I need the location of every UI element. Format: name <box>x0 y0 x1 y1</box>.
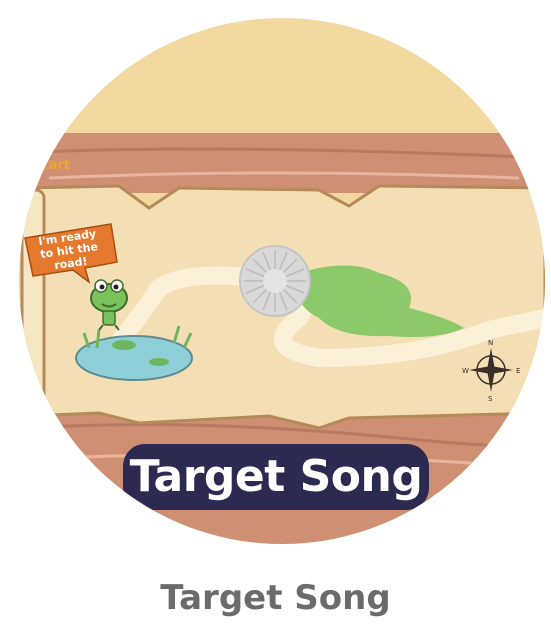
loading-spinner-icon <box>239 245 311 317</box>
svg-text:W: W <box>462 367 469 375</box>
svg-text:E: E <box>516 367 520 375</box>
scroll-roll <box>20 188 46 414</box>
target-song-thumbnail[interactable]: N S W E Start Re I'm ready to hit the ro… <box>19 18 545 544</box>
caption-title[interactable]: Target Song <box>0 578 551 618</box>
corner-label-right: Re <box>522 156 543 172</box>
svg-text:N: N <box>488 339 493 347</box>
thumbnail-title-badge: Target Song <box>123 444 429 510</box>
corner-label-left: Start <box>33 158 70 173</box>
svg-text:S: S <box>488 395 493 403</box>
